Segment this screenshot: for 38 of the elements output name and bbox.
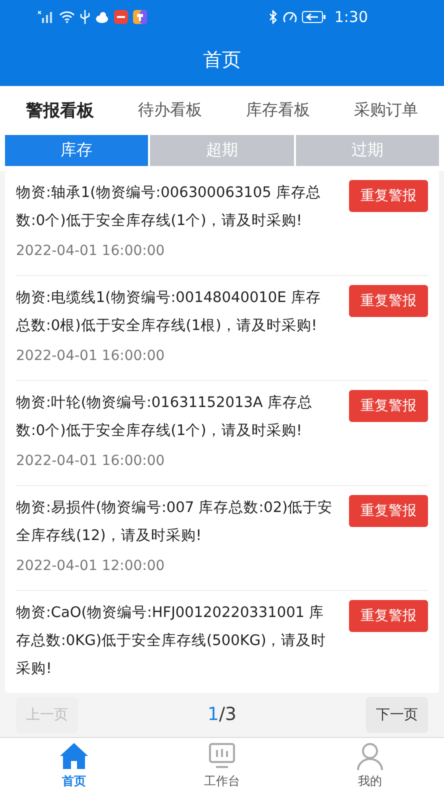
home-icon (59, 741, 89, 772)
alert-time: 2022-04-01 12:00:00 (16, 556, 166, 576)
nav-item[interactable]: 工作台 (182, 741, 262, 790)
wifi-icon (59, 11, 75, 23)
repeat-alert-button[interactable]: 重复警报 (349, 494, 428, 527)
battery-icon (302, 11, 326, 23)
alert-time: 2022-04-01 16:00:00 (16, 452, 166, 471)
next-page-button[interactable]: 下一页 (366, 696, 428, 733)
cloud-icon (95, 11, 109, 23)
speed-icon (283, 11, 298, 23)
app-icon (133, 10, 147, 24)
repeat-alert-button[interactable]: 重复警报 (349, 600, 428, 632)
tab[interactable]: 警报看板 (26, 98, 94, 122)
alert-message: 物资:CaO(物资编号:HFJ00120220331001 库存总数:0KG)低于安全库存线(500KG)，请及时采购! (16, 604, 328, 679)
repeat-alert-button[interactable]: 重复警报 (349, 180, 428, 212)
signal-icon (38, 11, 54, 23)
clock-time: 1:30 (334, 8, 368, 26)
tab[interactable]: 采购订单 (354, 100, 418, 121)
repeat-alert-button[interactable]: 重复警报 (349, 284, 428, 317)
alert-message: 物资:轴承1(物资编号:006300063105 库存总数:0个)低于安全库存线(1个)，请及时采购! (16, 184, 322, 231)
app-icon (114, 10, 128, 24)
alert-message: 物资:电缆线1(物资编号:00148040010E 库存总数:0根)低于安全库存线(1根)，请及时采购! (16, 288, 322, 336)
person-icon (355, 741, 385, 772)
page-title: 首页 (203, 48, 241, 73)
alert-time: 2022-04-01 16:00:00 (16, 242, 166, 261)
usb-icon (80, 10, 90, 24)
nav-item[interactable]: 首页 (34, 741, 114, 790)
segment-tab[interactable]: 库存 (5, 134, 148, 166)
tab[interactable]: 库存看板 (246, 100, 310, 121)
alert-time: 2022-04-01 16:00:00 (16, 346, 166, 366)
alert-message: 物资:易损件(物资编号:007 库存总数:02)低于安全库存线(12)，请及时采购! (16, 498, 334, 546)
alert-message: 物资:叶轮(物资编号:01631152013A 库存总数:0个)低于安全库存线(1个)，请及时采购! (16, 394, 314, 441)
nav-item[interactable]: 我的 (330, 741, 410, 790)
current-page: 1 (208, 704, 219, 726)
bluetooth-icon (268, 10, 278, 24)
page-total: /3 (218, 704, 236, 726)
repeat-alert-button[interactable]: 重复警报 (349, 390, 428, 422)
tab[interactable]: 待办看板 (138, 100, 202, 121)
